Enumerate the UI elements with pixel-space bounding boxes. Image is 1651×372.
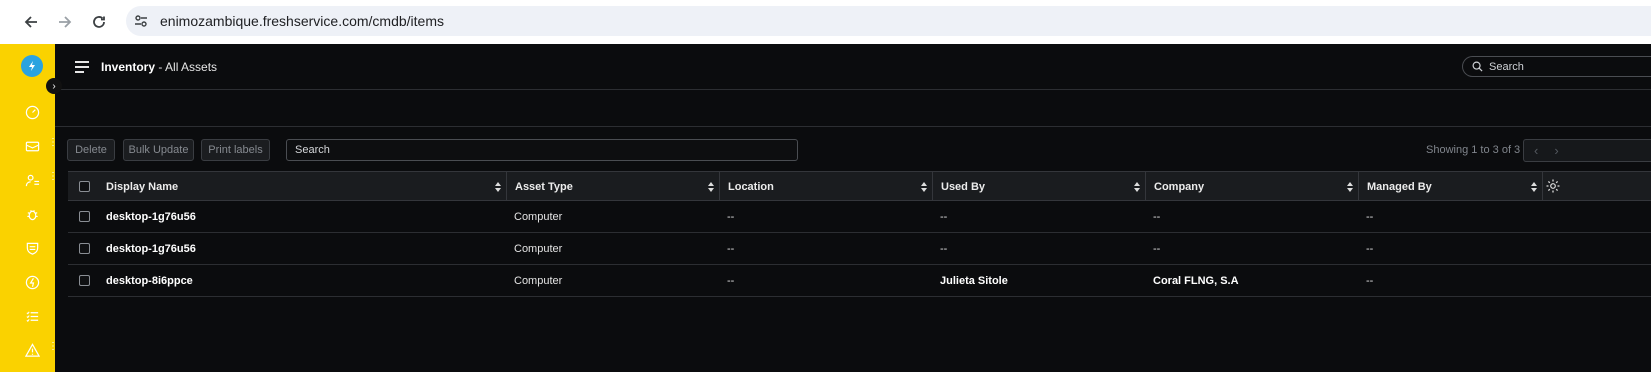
page-title-main: Inventory bbox=[101, 60, 156, 74]
more-icon[interactable]: ⋮ bbox=[48, 342, 58, 355]
expand-sidebar-icon[interactable]: › bbox=[46, 78, 62, 94]
sort-icon[interactable] bbox=[1134, 182, 1140, 192]
site-settings-icon[interactable] bbox=[126, 6, 156, 36]
tickets-icon[interactable] bbox=[24, 138, 40, 154]
delete-button[interactable]: Delete bbox=[67, 139, 115, 161]
table-search-input[interactable]: Search bbox=[286, 139, 798, 161]
cell-location: -- bbox=[727, 275, 735, 287]
cell-company: -- bbox=[1153, 243, 1161, 255]
table-header: Display Name Asset Type Location Used By… bbox=[68, 171, 1651, 201]
table-row[interactable]: desktop-8i6ppce Computer -- Julieta Sito… bbox=[68, 265, 1651, 297]
more-icon[interactable]: ⋮ bbox=[48, 138, 58, 151]
page-title: Inventory - All Assets bbox=[101, 60, 217, 74]
releases-icon[interactable] bbox=[24, 274, 40, 290]
row-checkbox[interactable] bbox=[79, 211, 90, 222]
url-text: enimozambique.freshservice.com/cmdb/item… bbox=[160, 13, 444, 29]
cell-company: -- bbox=[1153, 211, 1161, 223]
cell-location: -- bbox=[727, 211, 735, 223]
divider bbox=[55, 89, 1651, 90]
cell-asset-type: Computer bbox=[514, 211, 563, 223]
select-all-checkbox[interactable] bbox=[79, 181, 90, 192]
cell-asset-type: Computer bbox=[514, 243, 563, 255]
next-page-icon[interactable]: › bbox=[1554, 143, 1558, 158]
cell-location: -- bbox=[727, 243, 735, 255]
browser-toolbar: enimozambique.freshservice.com/cmdb/item… bbox=[0, 0, 1651, 44]
main-content: Inventory - All Assets Search Delete Bul… bbox=[55, 44, 1651, 372]
contacts-icon[interactable] bbox=[24, 172, 40, 188]
column-label: Location bbox=[728, 180, 774, 193]
column-label: Display Name bbox=[106, 180, 179, 193]
menu-icon[interactable] bbox=[75, 61, 89, 73]
cell-company[interactable]: Coral FLNG, S.A bbox=[1153, 265, 1239, 297]
sort-icon[interactable] bbox=[708, 182, 714, 192]
sort-icon[interactable] bbox=[1347, 182, 1353, 192]
dashboard-icon[interactable] bbox=[24, 104, 40, 120]
address-bar[interactable]: enimozambique.freshservice.com/cmdb/item… bbox=[126, 6, 1651, 36]
column-label: Asset Type bbox=[515, 180, 573, 193]
cell-managed-by: -- bbox=[1366, 275, 1374, 287]
forward-icon[interactable] bbox=[48, 5, 82, 39]
pagination-controls: ‹ › bbox=[1523, 139, 1651, 162]
column-header-asset-type[interactable]: Asset Type bbox=[507, 172, 720, 201]
cell-used-by[interactable]: Julieta Sitole bbox=[940, 265, 1008, 297]
cell-used-by: -- bbox=[940, 243, 948, 255]
page-header: Inventory - All Assets Search bbox=[55, 44, 1651, 90]
column-header-display-name[interactable]: Display Name bbox=[98, 172, 507, 201]
cell-display-name[interactable]: desktop-1g76u56 bbox=[106, 201, 196, 233]
column-header-location[interactable]: Location bbox=[720, 172, 933, 201]
problems-icon[interactable] bbox=[24, 206, 40, 222]
row-checkbox[interactable] bbox=[79, 243, 90, 254]
back-icon[interactable] bbox=[14, 5, 48, 39]
sort-icon[interactable] bbox=[921, 182, 927, 192]
column-label: Company bbox=[1154, 180, 1205, 193]
sort-icon[interactable] bbox=[495, 182, 501, 192]
reload-icon[interactable] bbox=[82, 5, 116, 39]
page-title-sub: - All Assets bbox=[155, 60, 218, 74]
column-header-used-by[interactable]: Used By bbox=[933, 172, 1146, 201]
bulk-update-button[interactable]: Bulk Update bbox=[123, 139, 194, 161]
print-labels-button[interactable]: Print labels bbox=[201, 139, 270, 161]
column-label: Managed By bbox=[1367, 180, 1432, 193]
divider bbox=[55, 126, 1651, 127]
cell-asset-type: Computer bbox=[514, 275, 563, 287]
changes-icon[interactable] bbox=[24, 240, 40, 256]
prev-page-icon[interactable]: ‹ bbox=[1534, 143, 1538, 158]
column-header-company[interactable]: Company bbox=[1146, 172, 1359, 201]
column-header-managed-by[interactable]: Managed By bbox=[1359, 172, 1543, 201]
tasks-icon[interactable] bbox=[24, 308, 40, 324]
cell-display-name[interactable]: desktop-8i6ppce bbox=[106, 265, 193, 297]
gear-icon[interactable] bbox=[1545, 178, 1561, 194]
global-search-input[interactable]: Search bbox=[1462, 56, 1651, 77]
column-label: Used By bbox=[941, 180, 986, 193]
more-icon[interactable]: ⋮ bbox=[48, 172, 58, 185]
table-row[interactable]: desktop-1g76u56 Computer -- -- -- -- bbox=[68, 233, 1651, 265]
alerts-icon[interactable] bbox=[24, 342, 40, 358]
pagination-summary: Showing 1 to 3 of 3 bbox=[1426, 144, 1521, 156]
cell-used-by: -- bbox=[940, 211, 948, 223]
cell-display-name[interactable]: desktop-1g76u56 bbox=[106, 233, 196, 265]
freshservice-logo-icon[interactable] bbox=[21, 55, 43, 77]
search-icon bbox=[1472, 61, 1483, 72]
table-row[interactable]: desktop-1g76u56 Computer -- -- -- -- bbox=[68, 201, 1651, 233]
cell-managed-by: -- bbox=[1366, 243, 1374, 255]
sort-icon[interactable] bbox=[1531, 182, 1537, 192]
sidebar: ⋮ ⋮ ⋮ bbox=[0, 44, 58, 372]
cell-managed-by: -- bbox=[1366, 211, 1374, 223]
global-search-placeholder: Search bbox=[1489, 60, 1524, 73]
row-checkbox[interactable] bbox=[79, 275, 90, 286]
